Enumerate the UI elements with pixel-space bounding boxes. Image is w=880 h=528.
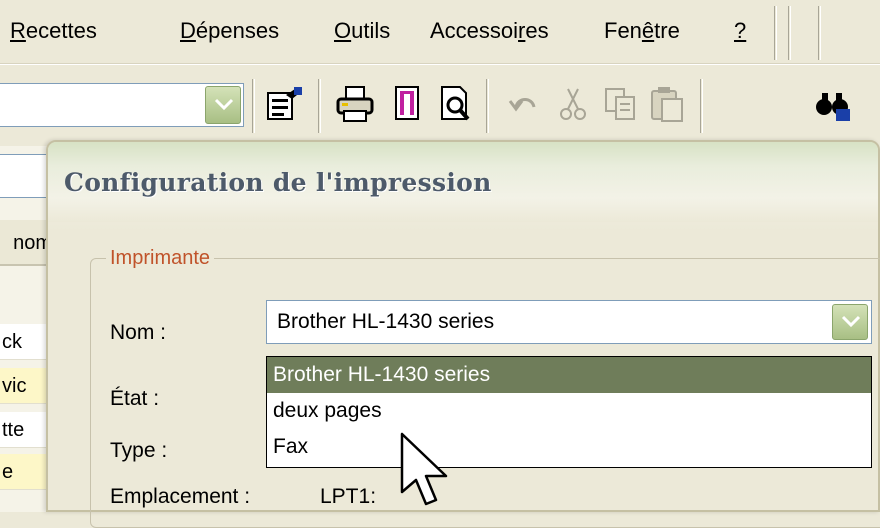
paste-icon[interactable] — [646, 83, 688, 125]
state-label: État : — [110, 387, 160, 410]
toolbar-separator — [486, 79, 489, 133]
cut-icon[interactable] — [552, 83, 594, 125]
left-list-pane: nom ck vic tte e — [0, 146, 52, 512]
printer-option[interactable]: Fax — [267, 429, 871, 465]
mouse-cursor-icon — [400, 432, 448, 506]
find-icon[interactable] — [812, 83, 854, 125]
menu-recettes[interactable]: Recettes — [10, 18, 97, 44]
copy-icon[interactable] — [600, 83, 642, 125]
toolbar-separator — [700, 79, 703, 133]
chevron-down-icon — [214, 98, 234, 111]
dialog-title: Configuration de l'impression — [64, 168, 492, 197]
column-header-nom[interactable]: nom — [0, 220, 52, 266]
printer-name-select[interactable]: Brother HL-1430 series — [266, 300, 872, 344]
menu-outils[interactable]: Outils — [334, 18, 390, 44]
page-icon[interactable] — [386, 83, 428, 125]
name-label: Nom : — [110, 321, 167, 344]
undo-icon[interactable] — [504, 83, 546, 125]
menu-separator — [788, 6, 791, 60]
chevron-down-icon — [841, 315, 861, 328]
menu-depenses[interactable]: Dépenses — [180, 18, 279, 44]
menu-bar: Recettes Dépenses Outils Accessoires Fen… — [0, 0, 880, 64]
print-setup-dialog: Configuration de l'impression Imprimante… — [46, 140, 880, 528]
printer-group-label: Imprimante — [106, 246, 215, 270]
menu-separator — [774, 6, 777, 60]
table-row[interactable]: vic — [0, 368, 52, 404]
printer-dropdown-button[interactable] — [832, 304, 868, 340]
combo-dropdown-button[interactable] — [205, 86, 241, 124]
table-row[interactable]: tte — [0, 412, 52, 448]
menu-accessoires[interactable]: Accessoires — [430, 18, 549, 44]
print-icon[interactable] — [334, 83, 376, 125]
toolbar — [0, 64, 880, 146]
toolbar-separator — [318, 79, 321, 133]
type-label: Type : — [110, 439, 168, 462]
printer-name-value: Brother HL-1430 series — [277, 310, 495, 333]
location-value: LPT1: — [320, 485, 377, 508]
properties-icon[interactable] — [264, 83, 306, 125]
printer-option[interactable]: Brother HL-1430 series — [267, 357, 871, 393]
menu-separator — [818, 6, 821, 60]
table-row[interactable]: ck — [0, 324, 52, 360]
toolbar-separator — [252, 79, 255, 133]
menu-help[interactable]: ? — [734, 18, 746, 44]
table-row[interactable]: e — [0, 454, 52, 490]
toolbar-combo[interactable] — [0, 83, 244, 127]
menu-fenetre[interactable]: Fenêtre — [604, 18, 680, 44]
left-search-input[interactable] — [0, 154, 52, 198]
printer-dropdown-list: Brother HL-1430 series deux pages Fax — [266, 356, 872, 468]
location-label: Emplacement : — [110, 485, 251, 508]
printer-option[interactable]: deux pages — [267, 393, 871, 429]
print-preview-icon[interactable] — [434, 83, 476, 125]
